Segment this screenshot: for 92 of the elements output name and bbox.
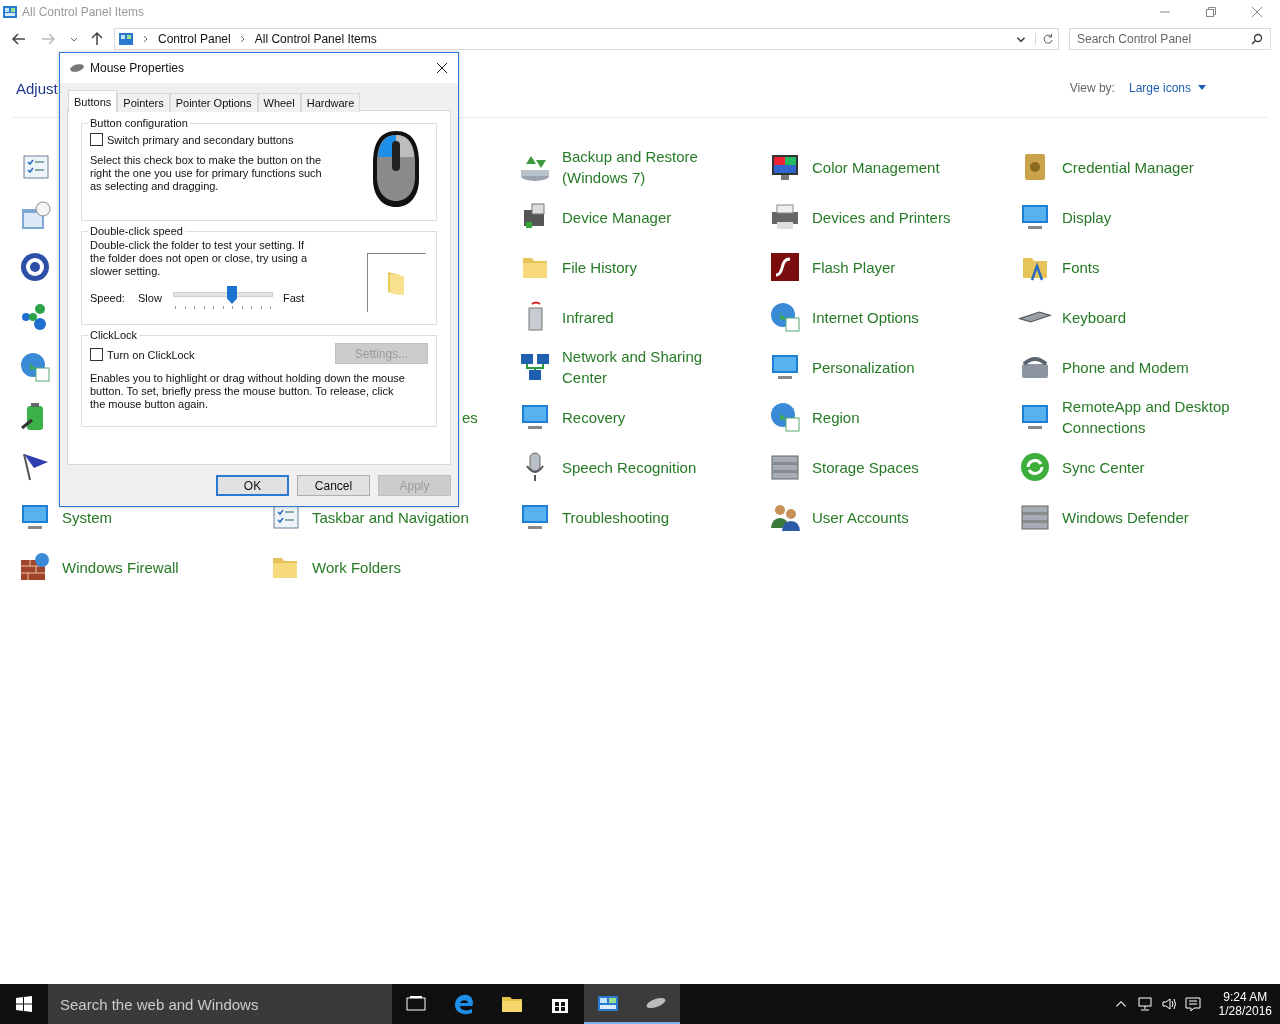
search-icon	[1251, 33, 1263, 45]
control-panel-link[interactable]: File History	[562, 256, 637, 278]
mouse-icon	[69, 63, 85, 73]
chevron-right-icon	[238, 35, 247, 43]
search-field[interactable]: Search the web and Windows	[48, 984, 392, 1024]
group-title: Button configuration	[89, 117, 189, 129]
fast-label: Fast	[283, 292, 305, 304]
control-panel-link[interactable]: Phone and Modem	[1062, 356, 1189, 378]
clock[interactable]: 9:24 AM 1/28/2016	[1218, 990, 1272, 1018]
tab[interactable]: Pointers	[117, 93, 170, 112]
sync-icon	[1018, 450, 1052, 484]
keyboard-icon	[1018, 311, 1052, 323]
control-panel-link[interactable]: Windows Defender	[1062, 506, 1189, 528]
close-icon	[1251, 6, 1263, 18]
tab[interactable]: Wheel	[257, 93, 301, 112]
test-area[interactable]	[367, 253, 426, 312]
checkbox-label[interactable]: Turn on ClickLock	[107, 348, 195, 361]
control-panel-link[interactable]: Device Manager	[562, 206, 672, 228]
control-panel-link[interactable]: Sync Center	[1062, 456, 1145, 478]
circle-icon	[18, 250, 52, 284]
checkbox[interactable]	[90, 133, 103, 146]
control-panel-link[interactable]: Work Folders	[312, 556, 401, 578]
search-field[interactable]: Search Control Panel	[1069, 28, 1271, 50]
dialog-title: Mouse Properties	[90, 61, 185, 75]
control-panel-link[interactable]: Windows Firewall	[62, 556, 179, 578]
control-panel-link[interactable]: RemoteApp and Desktop Connections	[1062, 396, 1240, 438]
view-by-label: View by:	[1069, 81, 1115, 95]
control-panel-link[interactable]: Display	[1062, 206, 1112, 228]
control-panel-link[interactable]: Fonts	[1062, 256, 1100, 278]
control-panel-link[interactable]: System	[62, 506, 112, 528]
start-icon	[16, 996, 32, 1012]
flash-icon	[768, 250, 802, 284]
speed-label: Speed:	[90, 292, 126, 304]
description-text: Enables you to highlight or drag without holding down the mouse button. To set, briefly press the mouse button. To release, click the mouse button again.	[90, 372, 406, 411]
close-icon	[436, 62, 448, 74]
taskbar-button[interactable]	[632, 984, 680, 1024]
description-text: Double-click the folder to test your setting. If the folder does not open or close, try using a slower setting.	[90, 239, 309, 278]
tab[interactable]: Hardware	[300, 93, 361, 112]
globe-icon	[18, 350, 52, 384]
control-panel-link[interactable]: Color Management	[812, 156, 940, 178]
network-icon[interactable]	[1136, 996, 1153, 1012]
control-panel-link[interactable]: Storage Spaces	[812, 456, 919, 478]
control-panel-link[interactable]: Internet Options	[812, 306, 919, 328]
control-panel-link[interactable]: User Accounts	[812, 506, 909, 528]
chevron-right-icon	[142, 35, 150, 43]
address-bar[interactable]: Control Panel All Control Panel Items	[114, 28, 1059, 50]
group-title: Double-click speed	[89, 225, 184, 237]
notification-icon[interactable]	[1184, 996, 1201, 1012]
dialog-button[interactable]: Cancel	[297, 475, 370, 496]
refresh-icon[interactable]	[1035, 33, 1054, 45]
dialog-button[interactable]: OK	[216, 475, 289, 496]
control-panel-link[interactable]: Infrared	[562, 306, 614, 328]
checkbox-label[interactable]: Switch primary and secondary buttons	[107, 133, 294, 146]
view-dropdown[interactable]: Large icons	[1128, 81, 1206, 95]
control-panel-link[interactable]: Credential Manager	[1062, 156, 1194, 178]
slider-thumb[interactable]	[227, 286, 237, 304]
control-panel-link[interactable]: Flash Player	[812, 256, 896, 278]
back-arrow-icon[interactable]	[11, 31, 27, 47]
control-panel-icon	[2, 4, 18, 20]
slow-label: Slow	[138, 292, 163, 304]
control-panel-link[interactable]: Backup and Restore (Windows 7)	[562, 146, 740, 188]
tab[interactable]: Pointer Options	[169, 93, 258, 112]
control-panel-link[interactable]: es	[462, 406, 478, 428]
control-panel-link[interactable]: Keyboard	[1062, 306, 1127, 328]
taskbar-button[interactable]	[584, 984, 632, 1024]
globe-icon	[768, 300, 802, 334]
caret-icon	[1198, 85, 1206, 91]
window-title: All Control Panel Items	[22, 5, 145, 19]
page-heading: Adjust	[16, 79, 58, 97]
tab[interactable]: Buttons	[68, 90, 118, 112]
control-panel-link[interactable]: Taskbar and Navigation	[312, 506, 469, 528]
restore-icon	[1205, 6, 1217, 18]
control-panel-link[interactable]: Personalization	[812, 356, 915, 378]
control-panel-link[interactable]: Troubleshooting	[562, 506, 669, 528]
up-arrow-icon[interactable]	[89, 31, 105, 47]
browser-icon	[452, 992, 476, 1016]
control-panel-icon	[118, 31, 134, 47]
time-text: 9:24 AM	[1223, 990, 1268, 1004]
volume-icon[interactable]	[1160, 996, 1177, 1012]
breadcrumb[interactable]: All Control Panel Items	[254, 32, 377, 46]
description-text: Select this check box to make the button on the right the one you use for primary functions such as selecting and dragging.	[90, 154, 323, 193]
date-text: 1/28/2016	[1218, 1004, 1272, 1018]
checkbox[interactable]	[90, 348, 103, 361]
speed-slider[interactable]	[173, 286, 273, 310]
control-panel-link[interactable]: Speech Recognition	[562, 456, 697, 478]
control-panel-link[interactable]: Network and Sharing Center	[562, 346, 740, 388]
group-title: ClickLock	[89, 329, 139, 341]
control-panel-link[interactable]: Devices and Printers	[812, 206, 951, 228]
control-panel-link[interactable]: Region	[812, 406, 860, 428]
breadcrumb[interactable]: Control Panel	[158, 32, 231, 46]
globe-icon	[768, 400, 802, 434]
control-panel-link[interactable]: Recovery	[562, 406, 626, 428]
